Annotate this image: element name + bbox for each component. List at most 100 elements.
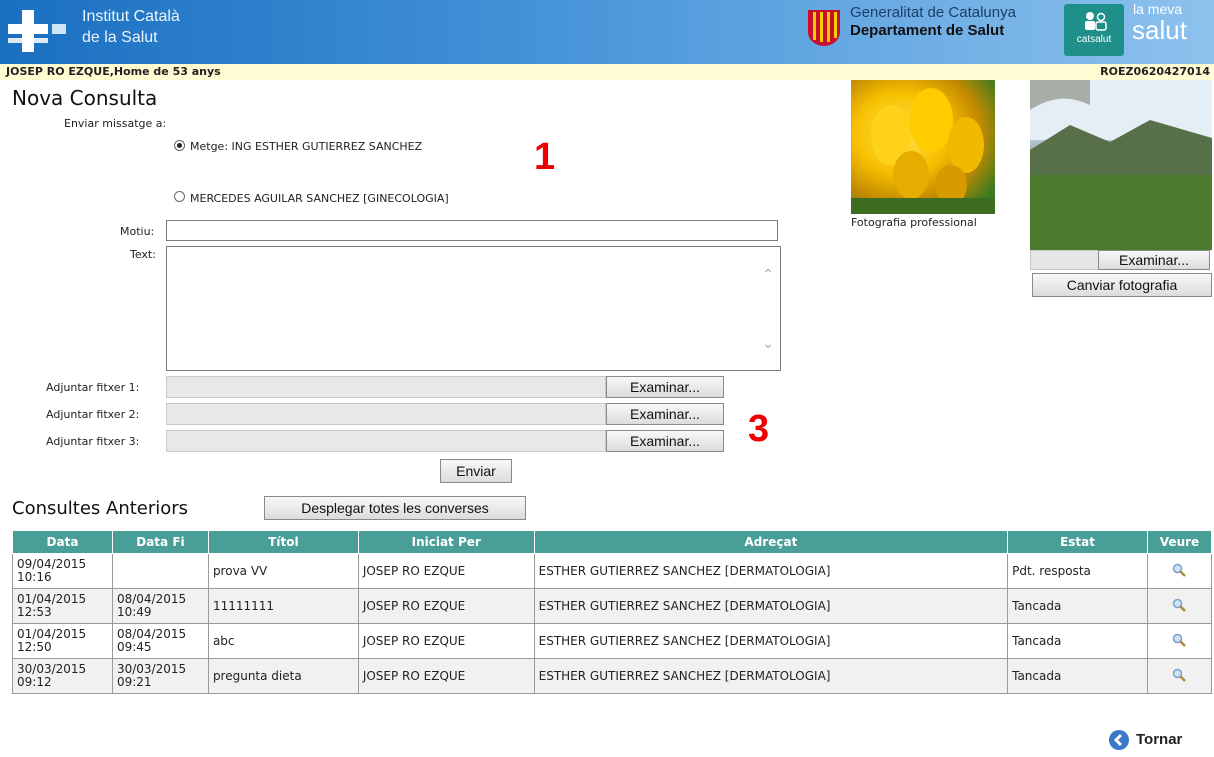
table-row: 09/04/2015 10:16 prova VV JOSEP RO EZQUE … (12, 553, 1213, 589)
patient-photo-browse-button[interactable]: Examinar... (1098, 250, 1210, 270)
app-header (0, 0, 1214, 64)
end-time-text: 09:21 (116, 675, 152, 689)
lameva-label: la meva (1133, 1, 1183, 17)
cell-status: Pdt. resposta (1007, 553, 1148, 589)
landscape-image (1030, 80, 1212, 250)
time-text: 10:16 (17, 570, 52, 584)
page-title: Nova Consulta (12, 86, 158, 110)
motiu-label: Motiu: (120, 225, 155, 238)
professional-photo-caption: Fotografia professional (851, 216, 977, 229)
expand-conversations-button[interactable]: Desplegar totes les converses (264, 496, 526, 520)
magnifier-icon[interactable] (1172, 633, 1187, 647)
cell-view (1146, 623, 1213, 659)
cell-view (1146, 658, 1213, 694)
column-header-initiator[interactable]: Iniciat Per (357, 530, 535, 554)
cell-date: 09/04/2015 10:16 (12, 553, 113, 589)
attachment-path-3[interactable] (166, 430, 606, 452)
column-header-addressee[interactable]: Adreçat (533, 530, 1009, 554)
back-link[interactable]: Tornar (1136, 731, 1182, 748)
column-header-title[interactable]: Títol (207, 530, 359, 554)
cell-addressee: ESTHER GUTIERREZ SANCHEZ [DERMATOLOGIA] (533, 588, 1009, 624)
cell-initiator: JOSEP RO EZQUE (357, 658, 535, 694)
time-text: 09:12 (17, 675, 52, 689)
table-header-row: Data Data Fi Títol Iniciat Per Adreçat E… (12, 530, 1213, 554)
catsalut-logo (1064, 4, 1124, 56)
cell-date: 01/04/2015 12:50 (12, 623, 113, 659)
column-header-status[interactable]: Estat (1007, 530, 1148, 554)
annotation-marker-1: 1 (534, 136, 556, 178)
recipient-radio-gynecology[interactable] (174, 191, 185, 202)
change-photo-button[interactable]: Canviar fotografia (1032, 273, 1212, 297)
column-header-end-date[interactable]: Data Fi (111, 530, 209, 554)
scroll-up-icon[interactable]: ⌃ (762, 267, 774, 283)
magnifier-icon[interactable] (1172, 563, 1187, 577)
cell-title: abc (207, 623, 359, 659)
generalitat-emblem-icon (808, 10, 840, 46)
recipient-label-doctor: Metge: ING ESTHER GUTIERREZ SANCHEZ (190, 140, 423, 153)
magnifier-icon[interactable] (1172, 668, 1187, 682)
cell-initiator: JOSEP RO EZQUE (357, 623, 535, 659)
message-textarea[interactable]: ⌃ ⌄ (166, 246, 781, 371)
time-text: 12:53 (17, 605, 52, 619)
generalitat-name: Generalitat de Catalunya (850, 4, 1016, 21)
cell-date: 30/03/2015 09:12 (12, 658, 113, 694)
recipient-radio-doctor[interactable] (174, 140, 185, 151)
ics-title-line1: Institut Català (82, 8, 180, 25)
send-to-label: Enviar missatge a: (64, 117, 167, 130)
ics-title-line2: de la Salut (82, 29, 158, 46)
send-button[interactable]: Enviar (440, 459, 512, 483)
catsalut-label: catsalut (1076, 34, 1112, 45)
text-label: Text: (130, 248, 156, 261)
cell-status: Tancada (1007, 623, 1148, 659)
ics-title: Institut Català de la Salut (82, 6, 180, 48)
recipient-label-gynecology: MERCEDES AGUILAR SANCHEZ [GINECOLOGIA] (190, 192, 449, 205)
cell-view (1146, 588, 1213, 624)
magnifier-icon[interactable] (1172, 598, 1187, 612)
attachment-browse-button-3[interactable]: Examinar... (606, 430, 724, 452)
patient-photo-path[interactable] (1030, 250, 1100, 270)
attachment-label-3: Adjuntar fitxer 3: (46, 435, 140, 448)
cell-addressee: ESTHER GUTIERREZ SANCHEZ [DERMATOLOGIA] (533, 623, 1009, 659)
salut-label: salut (1132, 15, 1187, 45)
ics-cross-logo-icon (8, 10, 66, 52)
attachment-label-1: Adjuntar fitxer 1: (46, 381, 140, 394)
cell-date: 01/04/2015 12:53 (12, 588, 113, 624)
patient-code: ROEZ0620427014 (1100, 65, 1210, 78)
history-title: Consultes Anteriors (12, 498, 189, 519)
cell-status: Tancada (1007, 588, 1148, 624)
cell-addressee: ESTHER GUTIERREZ SANCHEZ [DERMATOLOGIA] (533, 553, 1009, 589)
table-row: 30/03/2015 09:12 30/03/2015 09:21 pregunta… (12, 658, 1213, 694)
cell-initiator: JOSEP RO EZQUE (357, 588, 535, 624)
back-arrow-icon[interactable] (1108, 729, 1130, 751)
attachment-path-2[interactable] (166, 403, 606, 425)
table-row: 01/04/2015 12:53 08/04/2015 10:49 11111111… (12, 588, 1213, 624)
cell-addressee: ESTHER GUTIERREZ SANCHEZ [DERMATOLOGIA] (533, 658, 1009, 694)
cell-end-date: 08/04/2015 09:45 (111, 623, 209, 659)
consultations-table: Data Data Fi Títol Iniciat Per Adreçat E… (12, 530, 1213, 694)
time-text: 12:50 (17, 640, 52, 654)
cell-title: prova VV (207, 553, 359, 589)
attachment-browse-button-1[interactable]: Examinar... (606, 376, 724, 398)
cell-initiator: JOSEP RO EZQUE (357, 553, 535, 589)
annotation-marker-3: 3 (748, 408, 770, 450)
patient-photo (1030, 80, 1212, 250)
patient-name: JOSEP RO EZQUE,Home de 53 anys (6, 65, 221, 78)
people-icon (1085, 12, 1107, 31)
motiu-input[interactable] (166, 220, 778, 241)
column-header-date[interactable]: Data (12, 530, 113, 554)
end-time-text: 10:49 (116, 605, 152, 619)
cell-status: Tancada (1007, 658, 1148, 694)
cell-end-date: 08/04/2015 10:49 (111, 588, 209, 624)
cell-title: pregunta dieta (207, 658, 359, 694)
end-time-text: 09:45 (116, 640, 152, 654)
cell-end-date: 30/03/2015 09:21 (111, 658, 209, 694)
column-header-view: Veure (1146, 530, 1213, 554)
scroll-down-icon[interactable]: ⌄ (762, 336, 774, 352)
table-row: 01/04/2015 12:50 08/04/2015 09:45 abc JOSE… (12, 623, 1213, 659)
department-name: Departament de Salut (850, 22, 1005, 39)
tulips-image (851, 88, 995, 214)
cell-view (1146, 553, 1213, 589)
attachment-browse-button-2[interactable]: Examinar... (606, 403, 724, 425)
attachment-path-1[interactable] (166, 376, 606, 398)
cell-end-date (111, 553, 209, 589)
